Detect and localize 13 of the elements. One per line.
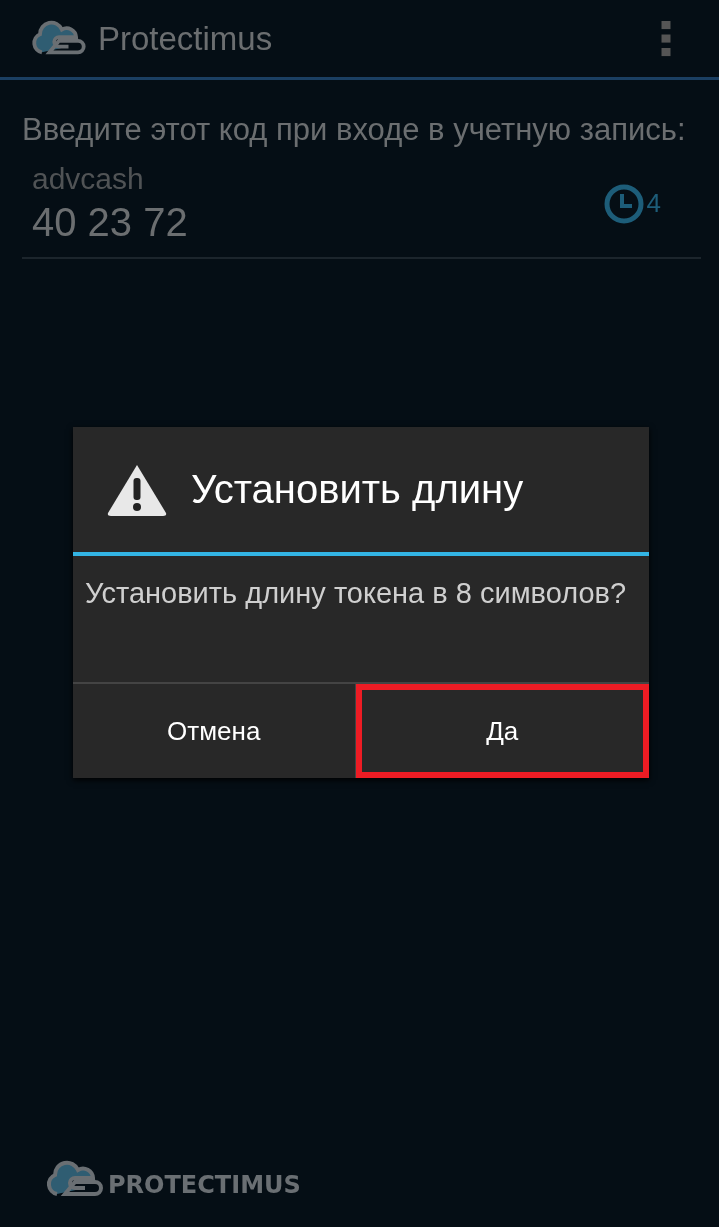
dialog-title: Установить длину [191,467,524,512]
timer-seconds: 4 [646,188,661,219]
token-code: 40 23 72 [32,200,188,245]
dialog-message: Установить длину токена в 8 символов? [84,576,628,611]
dialog-button[interactable]: Отмена [73,684,356,778]
overflow-menu-icon[interactable] [661,20,671,57]
token-name: advcash [32,162,145,196]
clock-icon [603,183,644,224]
logo-wordmark: PROTECTIMUS [108,1171,301,1199]
instruction-text: Введите этот код при входе в учетную запись: [22,111,687,149]
token-row[interactable]: advcash 40 23 72 4 [22,152,701,259]
app-title: Protectimus [98,19,274,58]
dialog-button[interactable]: Да [355,684,649,778]
